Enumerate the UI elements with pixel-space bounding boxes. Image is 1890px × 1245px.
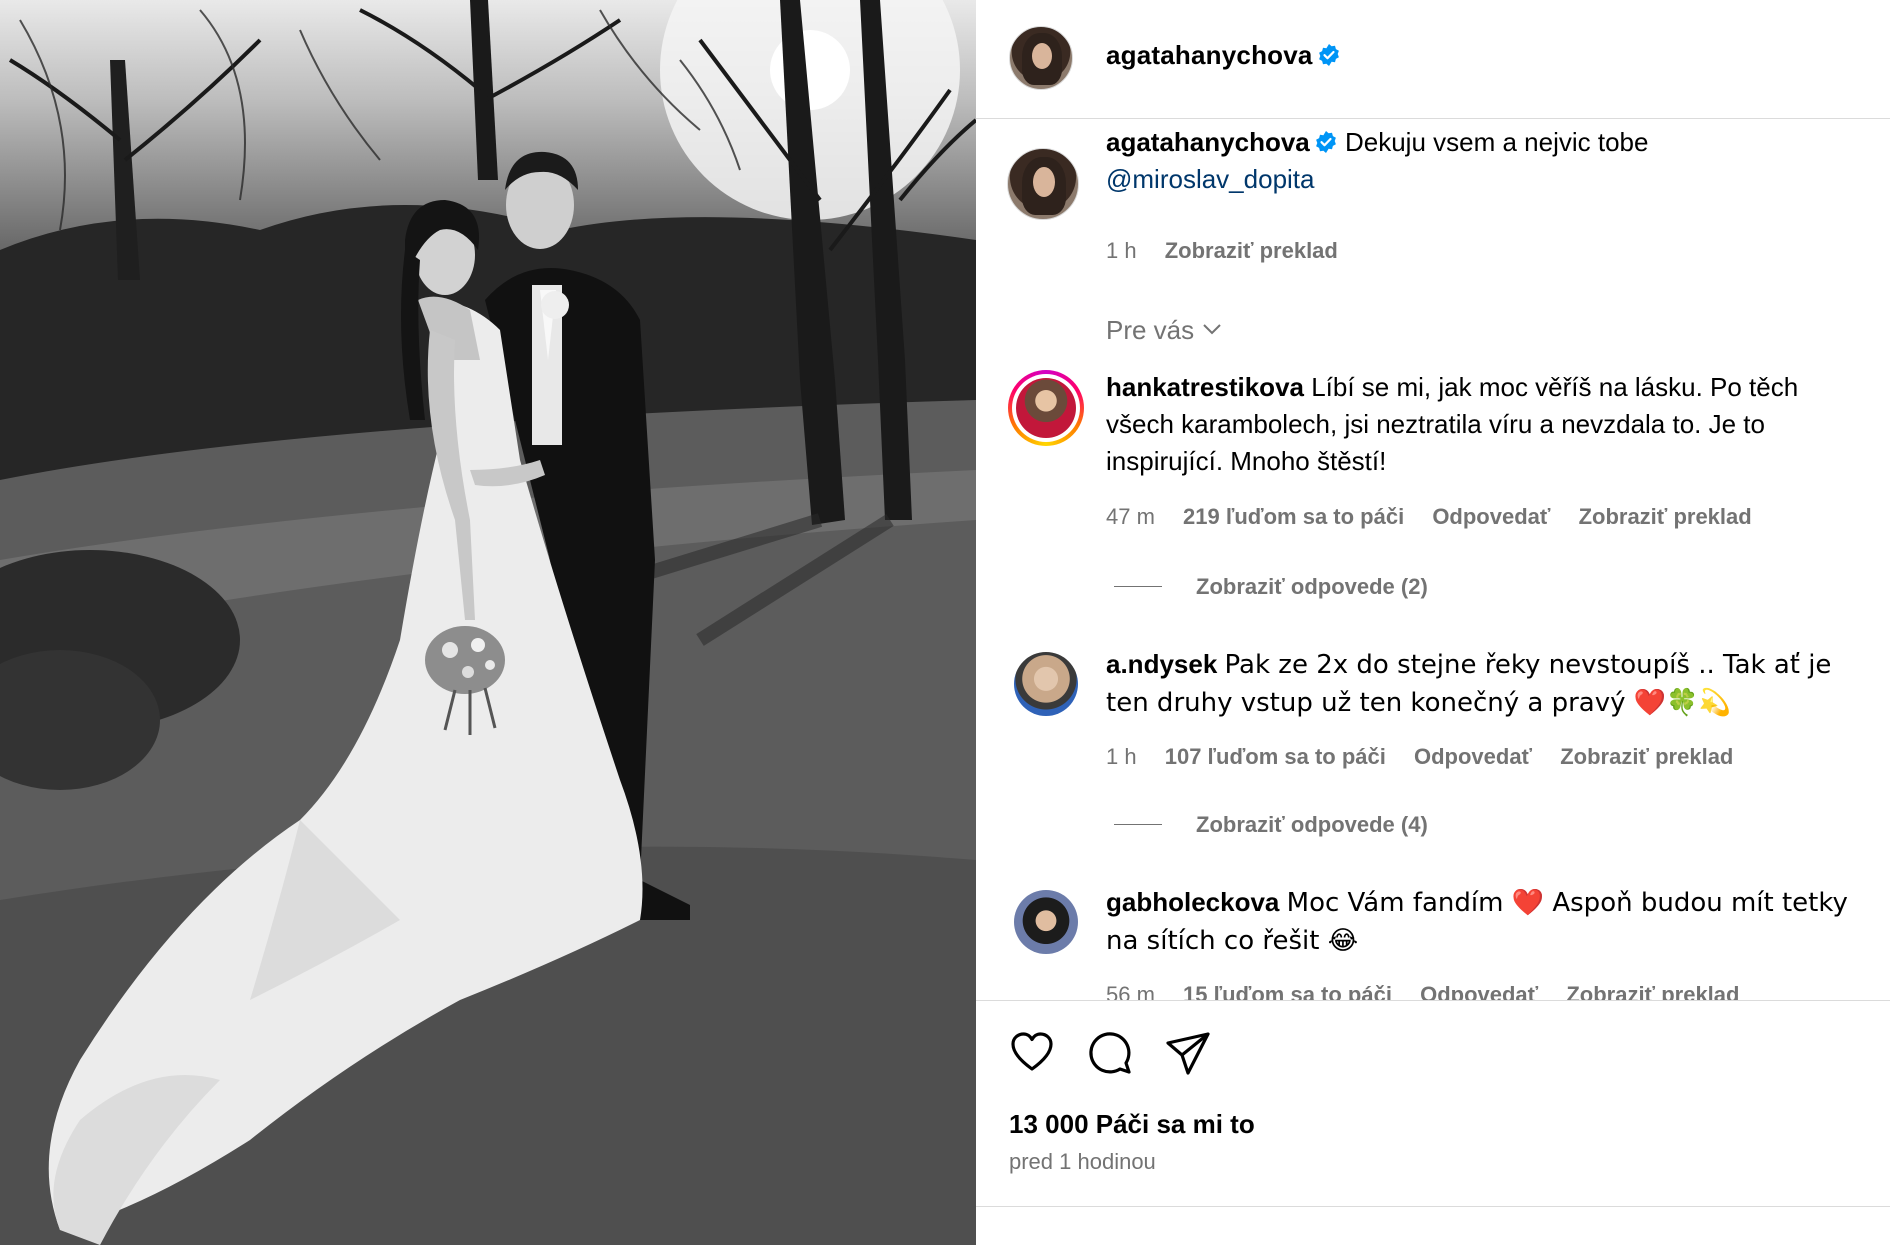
comment-item: hankatrestikova Líbí se mi, jak moc věří…	[1106, 369, 1866, 480]
view-replies-label: Zobraziť odpovede (2)	[1196, 574, 1428, 599]
comment-item: gabholeckova Moc Vám fandím ❤️ Aspoň bud…	[1106, 884, 1866, 960]
post-header: agatahanychova	[976, 0, 1890, 119]
comment-meta: 47 m 219 ľuďom sa to páči Odpovedať Zobr…	[1106, 504, 1774, 530]
verified-badge-icon	[1318, 44, 1339, 66]
comment-reply-button[interactable]: Odpovedať	[1414, 744, 1532, 769]
comment-meta: 1 h 107 ľuďom sa to páči Odpovedať Zobra…	[1106, 744, 1755, 770]
wedding-photo-illustration	[0, 0, 976, 1245]
post-timestamp: pred 1 hodinou	[1009, 1149, 1156, 1174]
comment-username[interactable]: gabholeckova	[1106, 887, 1279, 917]
verified-badge-icon	[1315, 131, 1336, 153]
comments-list[interactable]: agatahanychova Dekuju vsem a nejvic tobe…	[976, 120, 1890, 1000]
comment-translate-button[interactable]: Zobraziť preklad	[1579, 504, 1752, 529]
heart-icon[interactable]	[1008, 1029, 1056, 1077]
author-username[interactable]: agatahanychova	[1106, 40, 1313, 70]
caption-translate-button[interactable]: Zobraziť preklad	[1165, 238, 1338, 263]
post-photo[interactable]	[0, 0, 976, 1245]
comment-time: 56 m	[1106, 982, 1155, 1000]
comment-translate-button[interactable]: Zobraziť preklad	[1560, 744, 1733, 769]
comment-translate-button[interactable]: Zobraziť preklad	[1566, 982, 1739, 1000]
divider	[976, 1206, 1890, 1207]
comment-username[interactable]: hankatrestikova	[1106, 372, 1304, 402]
comment-icon[interactable]	[1086, 1029, 1134, 1077]
paper-plane-icon[interactable]	[1164, 1029, 1212, 1077]
comment-username[interactable]: a.ndysek	[1106, 649, 1217, 679]
author-username-link[interactable]: agatahanychova	[1106, 40, 1341, 71]
view-replies-button[interactable]: Zobraziť odpovede (2)	[1114, 574, 1428, 600]
comment-meta: 56 m 15 ľuďom sa to páči Odpovedať Zobra…	[1106, 982, 1761, 1000]
caption-meta: 1 h Zobraziť preklad	[1106, 238, 1360, 264]
commenter-avatar[interactable]	[1014, 890, 1078, 954]
chevron-down-icon	[1203, 324, 1221, 335]
comment-item: a.ndysek Pak ze 2x do stejne řeky nevsto…	[1106, 646, 1866, 722]
comment-likes-button[interactable]: 107 ľuďom sa to páči	[1165, 744, 1386, 769]
caption-text: Dekuju vsem a nejvic tobe	[1344, 127, 1649, 157]
commenter-avatar-story-ring[interactable]	[1008, 370, 1084, 446]
mention-link[interactable]: @miroslav_dopita	[1106, 164, 1314, 194]
post-action-bar: 13 000 Páči sa mi to pred 1 hodinou	[976, 1000, 1890, 1245]
comment-reply-button[interactable]: Odpovedať	[1432, 504, 1550, 529]
for-you-label: Pre vás	[1106, 315, 1195, 345]
for-you-sort-button[interactable]: Pre vás	[1106, 315, 1222, 346]
commenter-avatar[interactable]	[1014, 652, 1078, 716]
comment-time: 47 m	[1106, 504, 1155, 529]
author-avatar[interactable]	[1009, 26, 1073, 90]
post-details-panel: agatahanychova agatahanychova Dekuju vse…	[976, 0, 1890, 1245]
caption-username[interactable]: agatahanychova	[1106, 127, 1310, 157]
comment-likes-button[interactable]: 15 ľuďom sa to páči	[1183, 982, 1392, 1000]
comment-likes-button[interactable]: 219 ľuďom sa to páči	[1183, 504, 1404, 529]
view-replies-button[interactable]: Zobraziť odpovede (4)	[1114, 812, 1428, 838]
caption-author-avatar[interactable]	[1007, 148, 1079, 220]
caption-time: 1 h	[1106, 238, 1137, 263]
post-caption: agatahanychova Dekuju vsem a nejvic tobe…	[1106, 124, 1866, 198]
likes-count-button[interactable]: 13 000 Páči sa mi to	[1009, 1109, 1255, 1140]
comment-time: 1 h	[1106, 744, 1137, 769]
view-replies-label: Zobraziť odpovede (4)	[1196, 812, 1428, 837]
comment-reply-button[interactable]: Odpovedať	[1420, 982, 1538, 1000]
